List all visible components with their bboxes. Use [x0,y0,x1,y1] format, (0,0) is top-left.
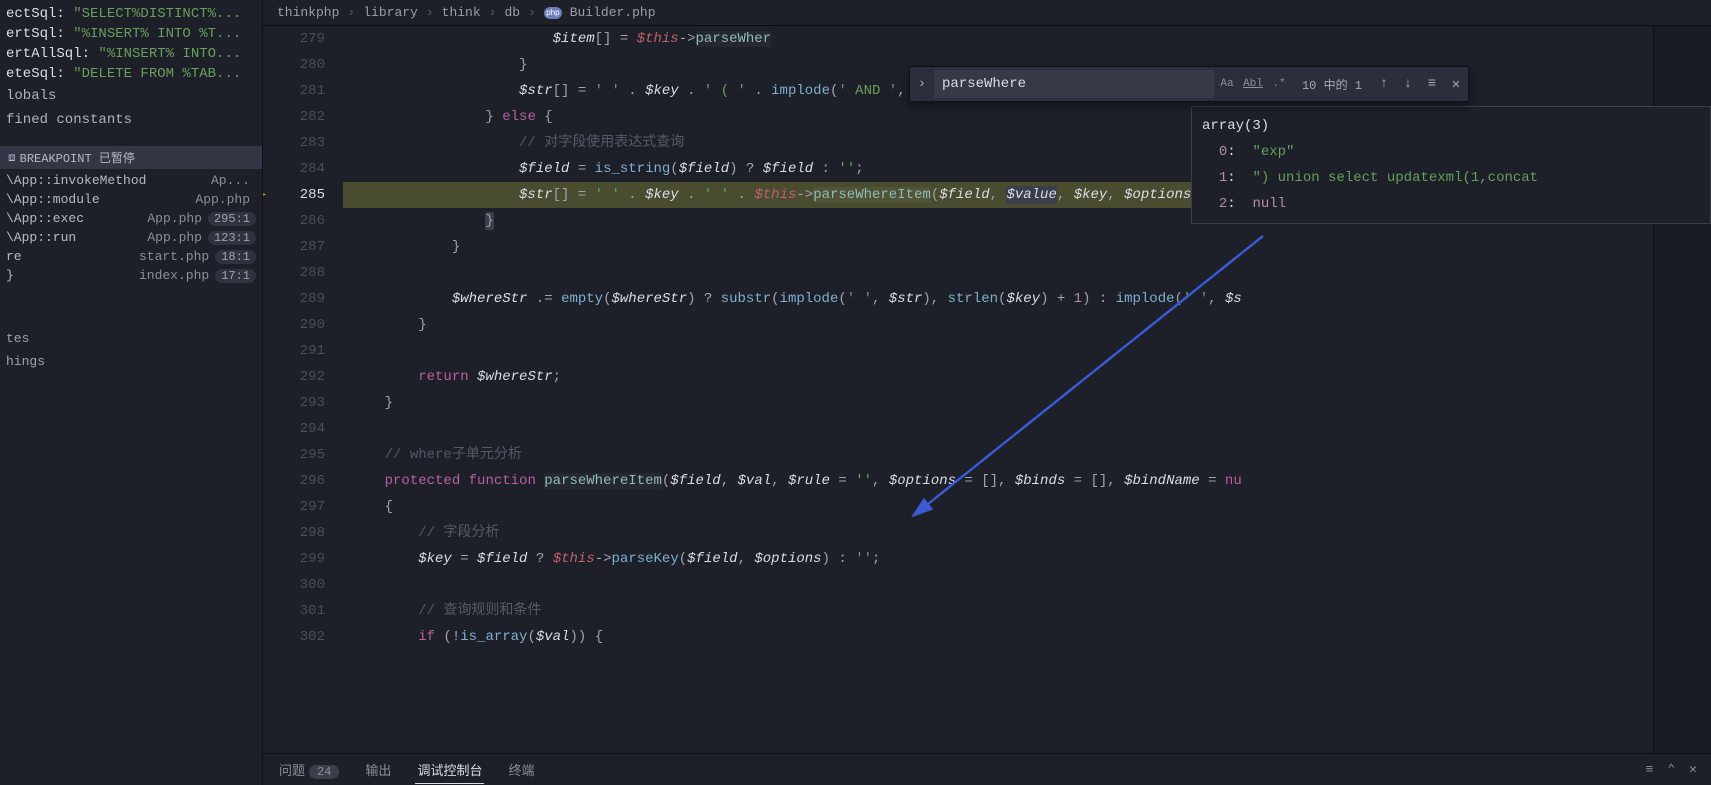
code-line[interactable] [343,338,1653,364]
call-stack[interactable]: \App::invokeMethodAp...\App::moduleApp.p… [0,169,262,287]
code-line[interactable]: $whereStr .= empty($whereStr) ? substr(i… [343,286,1653,312]
panel-tab[interactable]: 问题24 [277,756,341,783]
code-line[interactable]: } [343,234,1653,260]
gutter: 279280281282283284▷285286287288289290291… [263,26,343,753]
stack-frame[interactable]: \App::runApp.php123:1 [0,228,262,247]
breadcrumb-item[interactable]: library [363,5,418,20]
find-widget[interactable]: › Aa Abl .* 10 中的 1 ↑ ↓ ≡ ✕ [909,66,1469,102]
search-input[interactable] [934,70,1214,98]
match-case-button[interactable]: Aa [1214,71,1240,97]
prev-match-icon[interactable]: ↑ [1372,76,1396,92]
panel-tab[interactable]: 终端 [506,756,536,783]
bottom-panel: 问题24 输出调试控制台终端 ≡ ⌃ ✕ [263,753,1711,785]
code-line[interactable]: $key = $field ? $this->parseKey($field, … [343,546,1653,572]
sidebar: ectSql: "SELECT%DISTINCT%...ertSql: "%IN… [0,0,263,785]
code-line[interactable]: protected function parseWhereItem($field… [343,468,1653,494]
variable-row[interactable]: ectSql: "SELECT%DISTINCT%... [0,4,262,24]
find-in-selection-icon[interactable]: ≡ [1420,76,1444,92]
breadcrumb-item[interactable]: php Builder.php [544,5,656,20]
panel-collapse-icon[interactable]: ⌃ [1667,762,1675,777]
panel-menu-icon[interactable]: ≡ [1646,762,1654,777]
code-line[interactable]: if (!is_array($val)) { [343,624,1653,650]
sidebar-footer-item[interactable]: hings [0,350,262,373]
stack-frame[interactable]: \App::invokeMethodAp... [0,171,262,190]
code-line[interactable]: { [343,494,1653,520]
sidebar-footer-item[interactable]: tes [0,327,262,350]
match-count: 10 中的 1 [1292,76,1372,93]
match-word-button[interactable]: Abl [1240,71,1266,97]
breakpoint-banner: ⧈ BREAKPOINT 已暂停 [0,146,262,169]
regex-button[interactable]: .* [1266,71,1292,97]
variable-row[interactable]: ertSql: "%INSERT% INTO %T... [0,24,262,44]
stack-frame[interactable]: \App::execApp.php295:1 [0,209,262,228]
code-line[interactable]: return $whereStr; [343,364,1653,390]
code-line[interactable]: // 字段分析 [343,520,1653,546]
code-line[interactable]: // where子单元分析 [343,442,1653,468]
code-line[interactable]: $item[] = $this->parseWher [343,26,1653,52]
close-icon[interactable]: ✕ [1444,76,1468,93]
breadcrumb-item[interactable]: think [442,5,481,20]
variable-row[interactable]: eteSql: "DELETE FROM %TAB... [0,64,262,84]
breadcrumb-item[interactable]: db [504,5,520,20]
breadcrumb[interactable]: thinkphp›library›think›db›php Builder.ph… [263,0,1711,26]
stack-frame[interactable]: restart.php18:1 [0,247,262,266]
code-line[interactable]: } [343,312,1653,338]
next-match-icon[interactable]: ↓ [1396,76,1420,92]
code-line[interactable] [343,416,1653,442]
editor[interactable]: 279280281282283284▷285286287288289290291… [263,26,1711,753]
variables-section: ectSql: "SELECT%DISTINCT%...ertSql: "%IN… [0,0,262,136]
variable-row[interactable]: lobals [0,84,262,108]
variable-row[interactable]: fined constants [0,108,262,132]
breadcrumb-item[interactable]: thinkphp [277,5,339,20]
stack-frame[interactable]: }index.php17:1 [0,266,262,285]
panel-tab[interactable]: 调试控制台 [415,756,484,784]
code-line[interactable]: } [343,390,1653,416]
breakpoint-icon: ⧈ [8,151,16,165]
code-line[interactable] [343,260,1653,286]
breakpoint-text: BREAKPOINT 已暂停 [20,149,135,166]
stack-frame[interactable]: \App::moduleApp.php [0,190,262,209]
panel-tab[interactable]: 输出 [363,756,393,783]
toggle-replace-icon[interactable]: › [910,76,934,92]
code-line[interactable]: // 查询规则和条件 [343,598,1653,624]
code-line[interactable] [343,572,1653,598]
debug-hover: array(3) 0: "exp" 1: ") union select upd… [1191,106,1711,224]
panel-close-icon[interactable]: ✕ [1689,762,1697,777]
variable-row[interactable]: ertAllSql: "%INSERT% INTO... [0,44,262,64]
php-icon: php [544,7,562,19]
